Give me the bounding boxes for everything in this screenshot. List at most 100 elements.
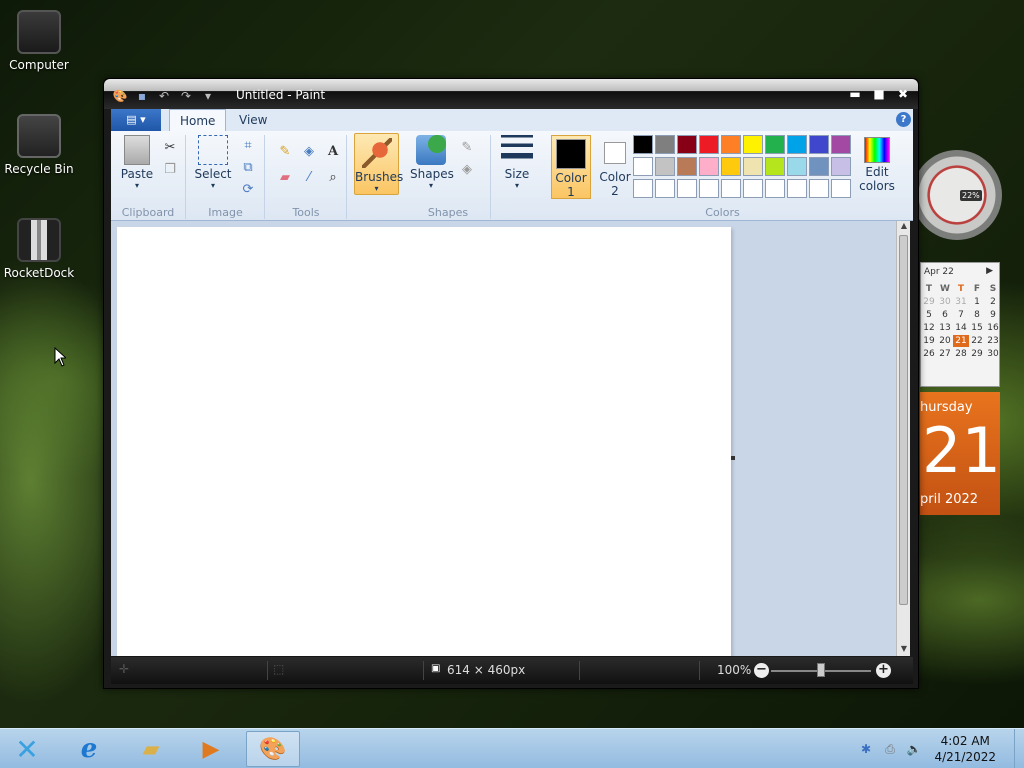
- scrollbar-thumb[interactable]: [899, 235, 908, 605]
- calendar-day[interactable]: 23: [985, 335, 1001, 347]
- show-desktop-button[interactable]: [1014, 729, 1024, 768]
- file-menu-button[interactable]: ▤ ▾: [111, 109, 161, 131]
- save-icon[interactable]: ▪: [134, 88, 150, 104]
- tab-home[interactable]: Home: [169, 109, 227, 131]
- color2-button[interactable]: Color 2: [595, 135, 635, 199]
- palette-swatch[interactable]: [655, 179, 675, 198]
- file-explorer-icon[interactable]: ▰: [124, 731, 178, 767]
- calendar-day[interactable]: 8: [969, 309, 985, 321]
- select-button[interactable]: Select ▾: [193, 135, 233, 190]
- close-button[interactable]: ✖: [896, 87, 910, 101]
- palette-swatch[interactable]: [633, 157, 653, 176]
- calendar-day[interactable]: 15: [969, 322, 985, 334]
- shapes-button[interactable]: Shapes ▾: [410, 135, 454, 190]
- maximize-button[interactable]: ■: [872, 87, 886, 101]
- calendar-day[interactable]: 30: [937, 296, 953, 308]
- palette-swatch[interactable]: [699, 135, 719, 154]
- palette-swatch[interactable]: [743, 135, 763, 154]
- calendar-day[interactable]: 22: [969, 335, 985, 347]
- palette-swatch[interactable]: [765, 157, 785, 176]
- zoom-in-button[interactable]: +: [876, 663, 891, 678]
- zoom-out-button[interactable]: −: [754, 663, 769, 678]
- date-gadget[interactable]: hursday 21 pril 2022: [920, 392, 1001, 515]
- calendar-day[interactable]: 28: [953, 348, 969, 360]
- desktop-icon-computer[interactable]: Computer: [0, 10, 84, 72]
- palette-swatch[interactable]: [787, 179, 807, 198]
- calendar-day[interactable]: 19: [921, 335, 937, 347]
- redo-icon[interactable]: ↷: [178, 88, 194, 104]
- palette-swatch[interactable]: [633, 135, 653, 154]
- start-button[interactable]: ✕: [0, 731, 54, 767]
- calendar-day[interactable]: 9: [985, 309, 1001, 321]
- system-clock[interactable]: 4:02 AM 4/21/2022: [934, 733, 996, 765]
- rotate-icon[interactable]: ⟳: [239, 181, 257, 199]
- edit-colors-button[interactable]: Edit colors: [856, 135, 898, 193]
- color-picker-icon[interactable]: ⁄: [300, 169, 318, 187]
- palette-swatch[interactable]: [765, 135, 785, 154]
- canvas-resize-handle[interactable]: [731, 456, 735, 460]
- calendar-day[interactable]: 20: [937, 335, 953, 347]
- palette-swatch[interactable]: [677, 135, 697, 154]
- shape-fill-icon[interactable]: ◈: [458, 161, 476, 179]
- calendar-day[interactable]: 5: [921, 309, 937, 321]
- cpu-gauge-gadget[interactable]: [912, 150, 1002, 240]
- calendar-day[interactable]: 1: [969, 296, 985, 308]
- color1-button[interactable]: Color 1: [551, 135, 591, 199]
- size-button[interactable]: Size ▾: [498, 135, 536, 190]
- palette-swatch[interactable]: [677, 157, 697, 176]
- magnifier-icon[interactable]: ⌕: [324, 169, 342, 187]
- eraser-icon[interactable]: ▰: [276, 169, 294, 187]
- fill-icon[interactable]: ◈: [300, 143, 318, 161]
- calendar-day[interactable]: 7: [953, 309, 969, 321]
- crop-icon[interactable]: ⌗: [239, 137, 257, 155]
- calendar-day[interactable]: 26: [921, 348, 937, 360]
- drawing-canvas[interactable]: [117, 227, 731, 656]
- palette-swatch[interactable]: [809, 135, 829, 154]
- calendar-day[interactable]: 27: [937, 348, 953, 360]
- palette-swatch[interactable]: [655, 157, 675, 176]
- resize-icon[interactable]: ⧉: [239, 159, 257, 177]
- help-icon[interactable]: ?: [896, 112, 911, 127]
- brushes-button[interactable]: Brushes ▾: [354, 133, 403, 195]
- calendar-day[interactable]: 29: [969, 348, 985, 360]
- text-icon[interactable]: A: [324, 143, 342, 161]
- palette-swatch[interactable]: [765, 179, 785, 198]
- desktop-icon-rocketdock[interactable]: RocketDock: [0, 218, 84, 280]
- paint-app-icon[interactable]: 🎨: [112, 88, 128, 104]
- palette-swatch[interactable]: [831, 157, 851, 176]
- calendar-day[interactable]: 14: [953, 322, 969, 334]
- calendar-next-icon[interactable]: ▶: [986, 266, 993, 276]
- network-icon[interactable]: ✱: [858, 741, 874, 757]
- calendar-day[interactable]: 29: [921, 296, 937, 308]
- palette-swatch[interactable]: [633, 179, 653, 198]
- pencil-icon[interactable]: ✎: [276, 143, 294, 161]
- media-player-icon[interactable]: ▶: [184, 731, 238, 767]
- calendar-day[interactable]: 30: [985, 348, 1001, 360]
- outline-icon[interactable]: ✎: [458, 139, 476, 157]
- calendar-day[interactable]: 31: [953, 296, 969, 308]
- cut-icon[interactable]: ✂: [161, 139, 179, 157]
- palette-swatch[interactable]: [721, 179, 741, 198]
- undo-icon[interactable]: ↶: [156, 88, 172, 104]
- vertical-scrollbar[interactable]: ▲ ▼: [896, 221, 910, 656]
- palette-swatch[interactable]: [831, 179, 851, 198]
- tab-view[interactable]: View: [229, 109, 277, 131]
- palette-swatch[interactable]: [831, 135, 851, 154]
- palette-swatch[interactable]: [699, 157, 719, 176]
- copy-icon[interactable]: ❐: [161, 161, 179, 179]
- palette-swatch[interactable]: [787, 135, 807, 154]
- calendar-day[interactable]: 16: [985, 322, 1001, 334]
- calendar-day[interactable]: 12: [921, 322, 937, 334]
- palette-swatch[interactable]: [677, 179, 697, 198]
- palette-swatch[interactable]: [809, 157, 829, 176]
- minimize-button[interactable]: ▬: [848, 87, 862, 101]
- zoom-slider-thumb[interactable]: [817, 663, 825, 677]
- palette-swatch[interactable]: [721, 157, 741, 176]
- palette-swatch[interactable]: [787, 157, 807, 176]
- volume-muted-icon[interactable]: 🔈: [906, 741, 922, 757]
- palette-swatch[interactable]: [743, 157, 763, 176]
- palette-swatch[interactable]: [743, 179, 763, 198]
- paste-button[interactable]: Paste ▾: [117, 135, 157, 190]
- title-bar[interactable]: 🎨 ▪ ↶ ↷ ▾ Untitled - Paint ▬ ■ ✖: [104, 79, 918, 109]
- calendar-day[interactable]: 6: [937, 309, 953, 321]
